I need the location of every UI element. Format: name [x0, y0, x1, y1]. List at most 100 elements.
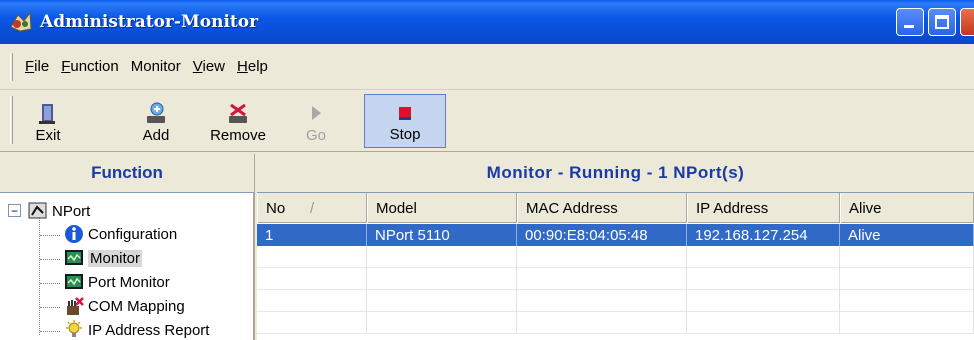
table-row[interactable]: 1 NPort 5110 00:90:E8:04:05:48 192.168.1… [257, 224, 974, 246]
column-header-alive[interactable]: Alive [840, 193, 974, 223]
cell-no: 1 [257, 224, 367, 246]
maximize-button[interactable] [928, 8, 956, 36]
tree-item-monitor[interactable]: Monitor [64, 248, 143, 268]
menu-monitor[interactable]: Monitor [125, 58, 187, 75]
minimize-icon [904, 25, 914, 28]
empty-cell [517, 246, 687, 268]
com-mapping-icon [64, 296, 84, 316]
menu-help-mnemonic: H [237, 58, 248, 75]
tree-item-label: Monitor [88, 249, 143, 267]
remove-button[interactable]: Remove [202, 94, 274, 148]
cell-alive: Alive [840, 224, 974, 246]
menu-file-rest: ile [34, 58, 50, 75]
empty-cell [840, 290, 974, 312]
tree-item-configuration[interactable]: Configuration [64, 224, 177, 244]
menu-view-rest: iew [202, 58, 226, 75]
go-label: Go [305, 127, 326, 144]
go-button[interactable]: Go [292, 94, 340, 148]
cell-ip-address: 192.168.127.254 [687, 224, 840, 246]
empty-cell [257, 312, 367, 334]
toolbar-grip[interactable] [10, 96, 13, 144]
tree-item-nport[interactable]: NPort [28, 201, 90, 221]
empty-cell [840, 268, 974, 290]
menu-view[interactable]: View [187, 58, 231, 75]
empty-cell [840, 246, 974, 268]
tree-line [40, 235, 60, 236]
function-tree: − NPort Configuration Monitor Port Monit… [0, 192, 255, 340]
menubar-grip[interactable] [10, 52, 13, 81]
tree-line [40, 283, 60, 284]
title-bar[interactable]: Administrator-Monitor [0, 0, 974, 44]
stop-icon [394, 100, 416, 124]
menu-help-rest: elp [247, 58, 268, 75]
column-header-ip-address[interactable]: IP Address [687, 193, 840, 223]
monitor-grid: No / Model MAC Address IP Address Alive … [257, 192, 974, 340]
exit-button[interactable]: Exit [22, 94, 74, 148]
tree-item-label: Port Monitor [88, 273, 170, 291]
tree-item-port-monitor[interactable]: Port Monitor [64, 272, 170, 292]
empty-cell [257, 290, 367, 312]
column-header-mac-address[interactable]: MAC Address [517, 193, 687, 223]
tree-item-label: COM Mapping [88, 297, 185, 315]
go-icon [305, 101, 327, 125]
empty-cell [367, 246, 517, 268]
stop-button[interactable]: Stop [364, 94, 446, 148]
monitor-icon [64, 248, 84, 268]
column-header-label: Model [376, 199, 417, 217]
column-header-model[interactable]: Model [367, 193, 517, 223]
column-header-no[interactable]: No / [257, 193, 367, 223]
minus-icon: − [10, 203, 18, 218]
info-icon [64, 224, 84, 244]
empty-cell [687, 268, 840, 290]
toolbar: Exit Add Remove Go Stop [0, 90, 974, 152]
port-monitor-icon [64, 272, 84, 292]
empty-row [257, 246, 974, 268]
remove-label: Remove [210, 127, 266, 144]
menu-function[interactable]: Function [55, 58, 125, 75]
empty-cell [367, 312, 517, 334]
maximize-icon [935, 15, 949, 29]
add-label: Add [142, 127, 170, 144]
empty-row [257, 290, 974, 312]
empty-cell [517, 268, 687, 290]
tree-line [40, 259, 60, 260]
cell-model: NPort 5110 [367, 224, 517, 246]
nport-icon [28, 201, 48, 221]
empty-row [257, 268, 974, 290]
menu-help[interactable]: Help [231, 58, 274, 75]
ip-report-icon [64, 320, 84, 340]
menu-file[interactable]: File [19, 58, 55, 75]
exit-label: Exit [35, 127, 61, 144]
empty-cell [367, 268, 517, 290]
tree-line [40, 307, 60, 308]
add-device-icon [145, 101, 167, 125]
empty-cell [517, 290, 687, 312]
menu-function-mnemonic: F [61, 58, 71, 75]
app-icon [8, 9, 34, 35]
minimize-button[interactable] [896, 8, 924, 36]
collapse-toggle[interactable]: − [8, 204, 21, 217]
column-header-label: MAC Address [526, 199, 618, 217]
window-title: Administrator-Monitor [40, 12, 259, 32]
tree-item-label: Configuration [88, 225, 178, 243]
remove-device-icon [227, 101, 249, 125]
column-header-label: No [266, 199, 286, 217]
close-button[interactable] [960, 8, 974, 36]
empty-row [257, 312, 974, 334]
empty-cell [687, 312, 840, 334]
menu-monitor-label: Monitor [130, 58, 181, 75]
tree-item-label: IP Address Report [88, 321, 210, 339]
function-panel-header: Function [0, 154, 255, 192]
cell-mac-address: 00:90:E8:04:05:48 [517, 224, 687, 246]
empty-cell [687, 290, 840, 312]
add-button[interactable]: Add [130, 94, 182, 148]
empty-cell [257, 268, 367, 290]
stop-label: Stop [389, 126, 421, 143]
column-header-label: Alive [849, 199, 882, 217]
tree-item-ip-address-report[interactable]: IP Address Report [64, 320, 209, 340]
tree-item-com-mapping[interactable]: COM Mapping [64, 296, 185, 316]
monitor-status-header: Monitor - Running - 1 NPort(s) [257, 154, 974, 192]
grid-header-row: No / Model MAC Address IP Address Alive [257, 193, 974, 223]
tree-line [40, 331, 60, 332]
menu-file-mnemonic: F [25, 58, 35, 75]
